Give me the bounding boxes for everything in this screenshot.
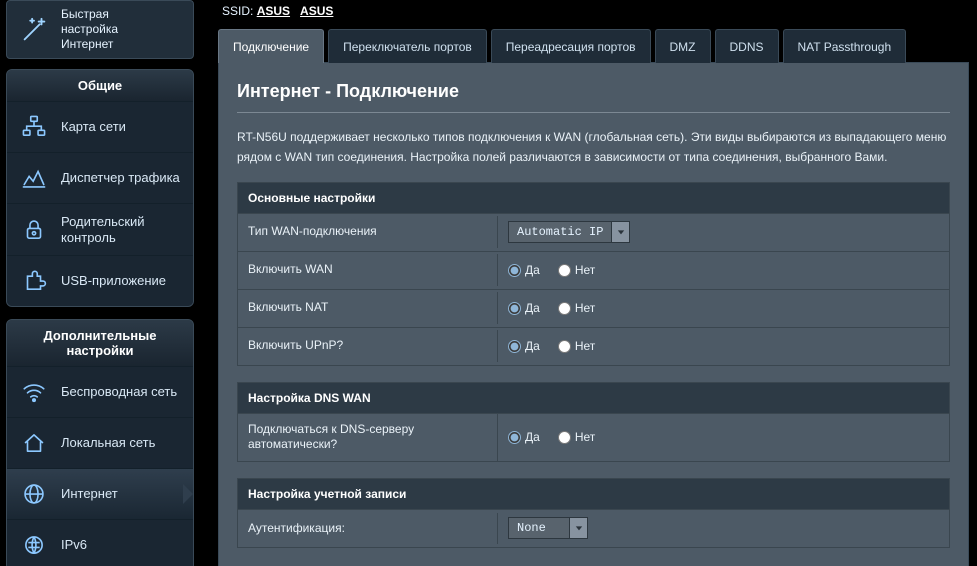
section-header-dns: Настройка DNS WAN: [238, 383, 949, 413]
radio-enable-wan-yes[interactable]: Да: [508, 263, 540, 277]
puzzle-icon: [19, 266, 49, 296]
chevron-down-icon: [611, 222, 629, 242]
home-icon: [19, 428, 49, 458]
label-enable-upnp: Включить UPnP?: [238, 330, 498, 362]
sidebar-item-ipv6[interactable]: IPv6: [7, 519, 193, 566]
section-account: Настройка учетной записи Аутентификация:…: [237, 478, 950, 548]
sidebar-item-usb-app[interactable]: USB-приложение: [7, 255, 193, 306]
sidebar-item-label: Родительский контроль: [61, 214, 181, 245]
row-auth: Аутентификация: None: [238, 509, 949, 547]
radio-auto-dns: Да Нет: [508, 430, 595, 444]
label-auth: Аутентификация:: [238, 513, 498, 545]
network-map-icon: [19, 112, 49, 142]
label-enable-wan: Включить WAN: [238, 254, 498, 286]
sidebar-item-label: Карта сети: [61, 119, 126, 135]
content-panel: Интернет - Подключение RT-N56U поддержив…: [218, 63, 969, 566]
page-title: Интернет - Подключение: [237, 81, 950, 113]
select-auth-value: None: [509, 521, 569, 535]
row-enable-nat: Включить NAT Да Нет: [238, 289, 949, 327]
wand-icon: [17, 13, 51, 47]
row-enable-upnp: Включить UPnP? Да Нет: [238, 327, 949, 365]
chevron-down-icon: [569, 518, 587, 538]
sidebar-item-label: IPv6: [61, 537, 87, 553]
sidebar-item-network-map[interactable]: Карта сети: [7, 101, 193, 152]
radio-auto-dns-no[interactable]: Нет: [558, 430, 595, 444]
quick-internet-setup[interactable]: Быстрая настройка Интернет: [6, 0, 194, 59]
globe-icon: [19, 479, 49, 509]
section-header-basic: Основные настройки: [238, 183, 949, 213]
row-wan-type: Тип WAN-подключения Automatic IP: [238, 213, 949, 251]
ssid-line: SSID: ASUS ASUS: [218, 0, 969, 28]
select-wan-type[interactable]: Automatic IP: [508, 221, 630, 243]
radio-enable-upnp-yes[interactable]: Да: [508, 339, 540, 353]
radio-enable-wan: Да Нет: [508, 263, 595, 277]
section-header-account: Настройка учетной записи: [238, 479, 949, 509]
sidebar-item-lan[interactable]: Локальная сеть: [7, 417, 193, 468]
traffic-icon: [19, 163, 49, 193]
sidebar-item-label: Интернет: [61, 486, 118, 502]
nav-group-header-advanced: Дополнительные настройки: [7, 320, 193, 366]
ssid-link-primary[interactable]: ASUS: [257, 4, 290, 18]
globe-swap-icon: [19, 530, 49, 560]
tab-dmz[interactable]: DMZ: [655, 29, 711, 63]
select-wan-type-value: Automatic IP: [509, 225, 611, 239]
wifi-icon: [19, 377, 49, 407]
sidebar-item-traffic-manager[interactable]: Диспетчер трафика: [7, 152, 193, 203]
sidebar-item-label: USB-приложение: [61, 273, 166, 289]
radio-enable-nat-no[interactable]: Нет: [558, 301, 595, 315]
radio-enable-wan-no[interactable]: Нет: [558, 263, 595, 277]
label-wan-type: Тип WAN-подключения: [238, 216, 498, 248]
ssid-prefix: SSID:: [222, 4, 253, 18]
sidebar-item-label: Диспетчер трафика: [61, 170, 180, 186]
tab-port-trigger[interactable]: Переключатель портов: [328, 29, 487, 63]
radio-enable-nat-yes[interactable]: Да: [508, 301, 540, 315]
row-auto-dns: Подключаться к DNS-серверу автоматически…: [238, 413, 949, 461]
main-content: SSID: ASUS ASUS Подключение Переключател…: [200, 0, 977, 566]
tab-ddns[interactable]: DDNS: [715, 29, 779, 63]
tab-bar: Подключение Переключатель портов Переадр…: [218, 28, 969, 63]
section-basic: Основные настройки Тип WAN-подключения A…: [237, 182, 950, 366]
nav-group-advanced: Дополнительные настройки Беспроводная се…: [6, 319, 194, 566]
label-auto-dns: Подключаться к DNS-серверу автоматически…: [238, 414, 498, 461]
radio-auto-dns-yes[interactable]: Да: [508, 430, 540, 444]
select-auth[interactable]: None: [508, 517, 588, 539]
nav-group-header-general: Общие: [7, 70, 193, 101]
tab-connection[interactable]: Подключение: [218, 29, 324, 63]
sidebar-item-wireless[interactable]: Беспроводная сеть: [7, 366, 193, 417]
label-enable-nat: Включить NAT: [238, 292, 498, 324]
section-dns: Настройка DNS WAN Подключаться к DNS-сер…: [237, 382, 950, 462]
nav-group-general: Общие Карта сети Диспетчер трафика: [6, 69, 194, 307]
radio-enable-nat: Да Нет: [508, 301, 595, 315]
sidebar-item-internet[interactable]: Интернет: [7, 468, 193, 519]
radio-enable-upnp: Да Нет: [508, 339, 595, 353]
quick-setup-label: Быстрая настройка Интернет: [61, 7, 118, 52]
sidebar-item-label: Беспроводная сеть: [61, 384, 177, 400]
tab-port-forward[interactable]: Переадресация портов: [491, 29, 651, 63]
row-enable-wan: Включить WAN Да Нет: [238, 251, 949, 289]
page-description: RT-N56U поддерживает несколько типов под…: [237, 127, 950, 168]
lock-icon: [19, 215, 49, 245]
sidebar: Быстрая настройка Интернет Общие Карта с…: [0, 0, 200, 566]
sidebar-item-parental-control[interactable]: Родительский контроль: [7, 203, 193, 255]
tab-nat-passthrough[interactable]: NAT Passthrough: [783, 29, 907, 63]
ssid-link-secondary[interactable]: ASUS: [300, 4, 333, 18]
sidebar-item-label: Локальная сеть: [61, 435, 155, 451]
radio-enable-upnp-no[interactable]: Нет: [558, 339, 595, 353]
